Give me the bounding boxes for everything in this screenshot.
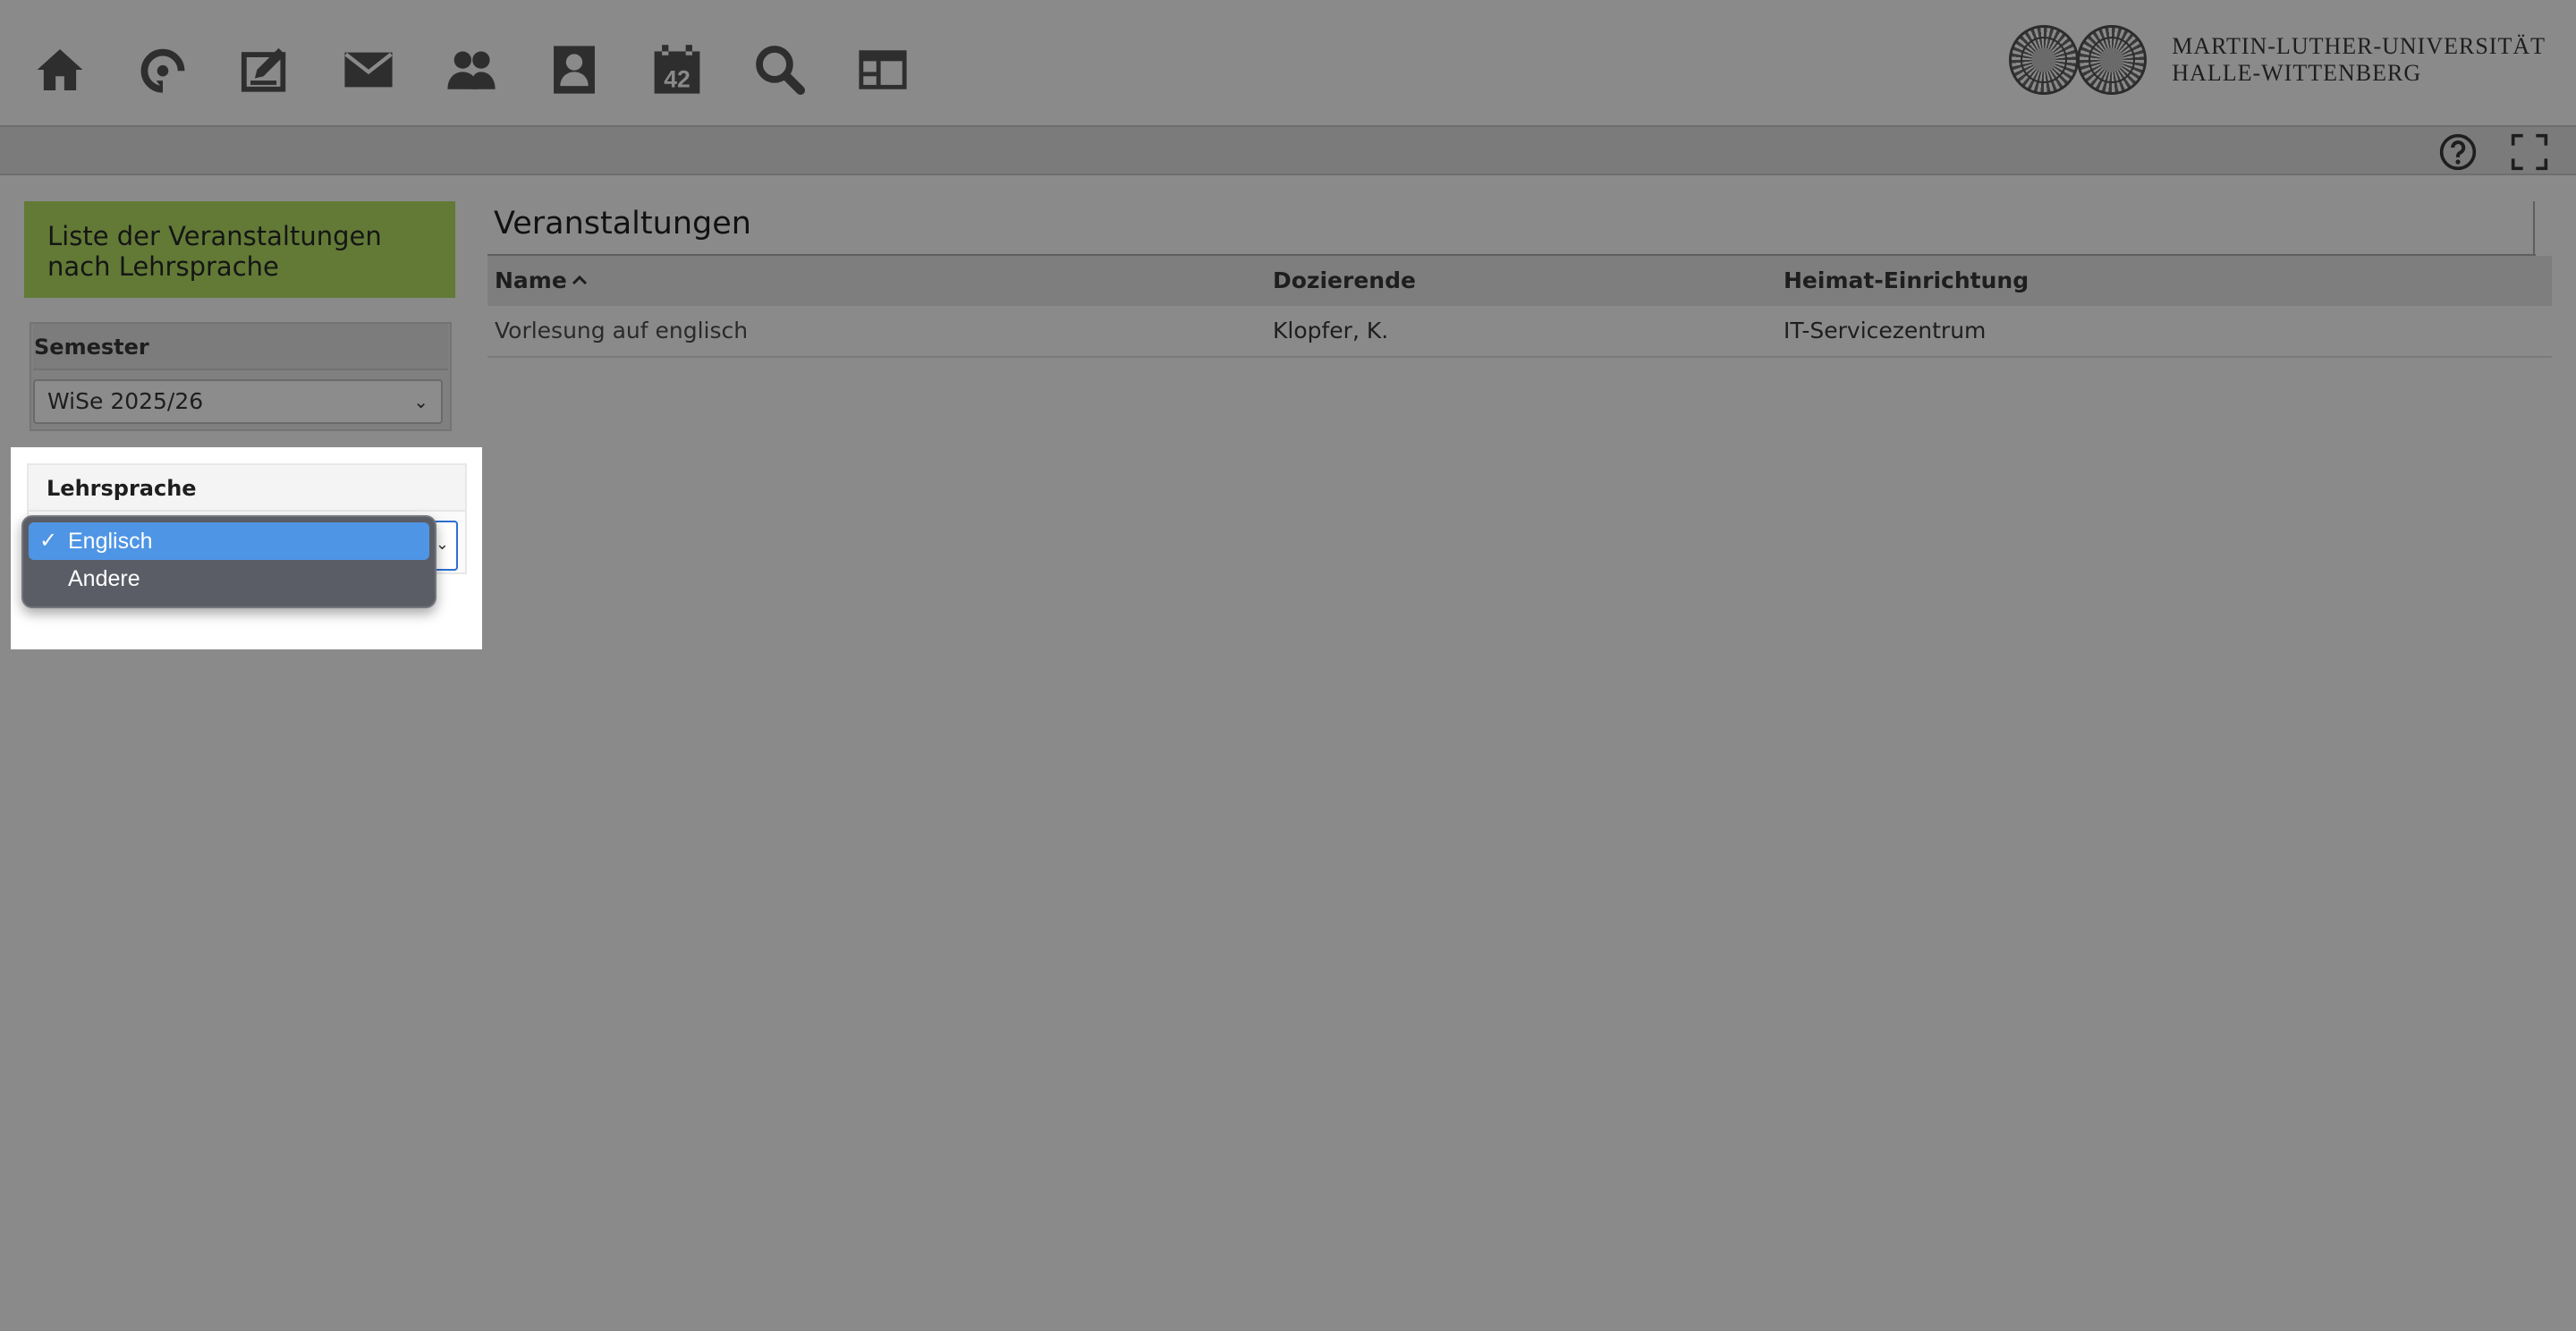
column-header-institution[interactable]: Heimat-Einrichtung (1784, 256, 2029, 306)
university-seal-right-icon (2077, 25, 2148, 95)
checkmark-icon: ✓ (39, 529, 58, 553)
profile-icon[interactable] (540, 36, 608, 104)
chevron-down-icon: ⌄ (413, 391, 428, 412)
calendar-badge: 42 (664, 65, 691, 92)
option-label: Englisch (68, 529, 153, 554)
university-brand[interactable]: MARTIN-LUTHER-UNIVERSITÄT HALLE-WITTENBE… (2009, 21, 2546, 98)
window-icon[interactable] (849, 36, 917, 104)
language-label: Lehrsprache (29, 465, 465, 512)
course-name-link[interactable]: Vorlesung auf englisch (495, 306, 748, 356)
semester-label: Semester (33, 324, 448, 370)
table-header: Name Dozierende Heimat-Einrichtung (487, 256, 2552, 306)
column-header-name-label: Name (495, 267, 567, 293)
brand-line-1: MARTIN-LUTHER-UNIVERSITÄT (2172, 33, 2546, 59)
sidebar-title: Liste der Veranstaltungen nach Lehrsprac… (24, 201, 455, 298)
table-row: Vorlesung auf englisch Klopfer, K. IT-Se… (487, 306, 2552, 358)
fullscreen-icon[interactable] (2510, 132, 2549, 172)
semester-select-value: WiSe 2025/26 (47, 388, 204, 414)
semester-filter: Semester WiSe 2025/26 ⌄ (30, 322, 452, 431)
language-option-andere[interactable]: Andere (29, 560, 429, 598)
courses-table: Name Dozierende Heimat-Einrichtung Vorle… (487, 256, 2552, 358)
title-divider-right (2533, 201, 2535, 255)
page-title: Veranstaltungen (494, 206, 751, 242)
language-dropdown-menu: ✓ Englisch Andere (21, 515, 436, 608)
calendar-icon[interactable]: 42 (643, 36, 711, 104)
secondary-toolbar (0, 125, 2576, 175)
chevron-down-icon: ⌄ (435, 535, 449, 554)
university-seal-left-icon (2009, 25, 2080, 95)
mail-icon[interactable] (335, 36, 402, 104)
language-filter-panel: Lehrsprache ⌄ ✓ Englisch Andere (11, 447, 482, 649)
people-icon[interactable] (437, 36, 505, 104)
top-navigation: 42 MARTIN-LUTHER-UNIVERSITÄT HALLE-WITTE… (0, 0, 2576, 125)
search-icon[interactable] (746, 36, 814, 104)
language-option-englisch[interactable]: ✓ Englisch (29, 522, 429, 560)
help-icon[interactable] (2438, 132, 2478, 172)
column-header-name[interactable]: Name (495, 256, 589, 306)
semester-select[interactable]: WiSe 2025/26 ⌄ (33, 379, 443, 424)
edit-icon[interactable] (232, 36, 300, 104)
target-icon[interactable] (129, 36, 197, 104)
university-name: MARTIN-LUTHER-UNIVERSITÄT HALLE-WITTENBE… (2172, 33, 2546, 87)
home-icon[interactable] (26, 36, 94, 104)
brand-line-2: HALLE-WITTENBERG (2172, 60, 2422, 86)
course-lecturer: Klopfer, K. (1273, 318, 1389, 343)
semester-label-text: Semester (34, 335, 149, 360)
sort-ascending-icon (572, 275, 587, 285)
option-label: Andere (68, 566, 140, 591)
course-institution: IT-Servicezentrum (1784, 318, 1987, 343)
column-header-lecturer[interactable]: Dozierende (1273, 256, 1416, 306)
